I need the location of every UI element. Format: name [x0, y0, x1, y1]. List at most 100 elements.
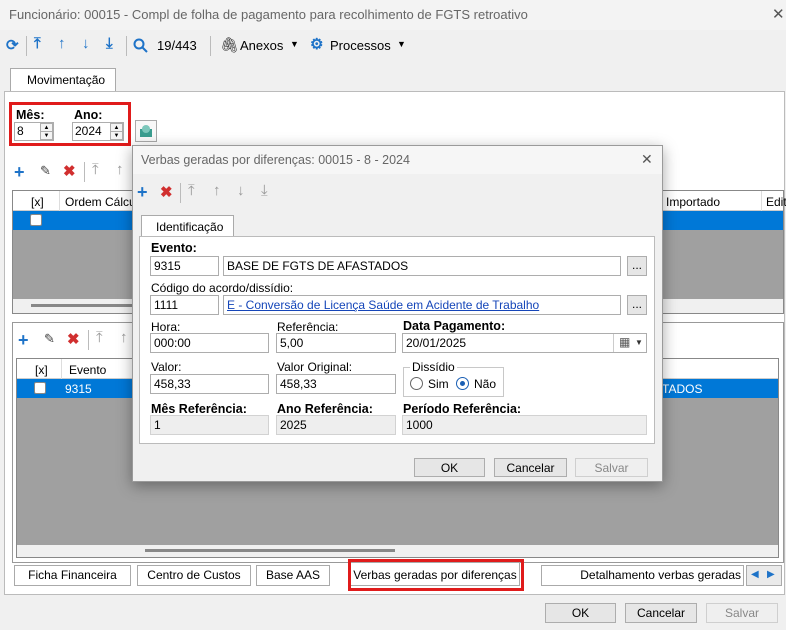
scroll-right-icon[interactable]: ▶ — [767, 569, 775, 580]
hora-field[interactable]: 000:00 — [150, 333, 269, 353]
column-divider — [761, 191, 762, 211]
move-up-icon[interactable]: ↑ — [213, 182, 221, 199]
generate-button[interactable] — [135, 120, 157, 142]
month-down-icon[interactable]: ▼ — [40, 131, 53, 140]
column-divider — [61, 359, 62, 379]
tab-base-aas[interactable]: Base AAS — [256, 565, 330, 586]
acordo-code-field[interactable]: 1111 — [150, 295, 219, 315]
tab-detalhamento[interactable]: Detalhamento verbas geradas — [541, 565, 744, 586]
toolbar-separator — [26, 36, 27, 56]
processes-menu[interactable]: Processos — [330, 38, 391, 53]
month-label: Mês: — [16, 108, 45, 122]
scroll-left-icon[interactable]: ◀ — [751, 569, 759, 580]
window-title: Funcionário: 00015 - Compl de folha de p… — [9, 7, 528, 22]
evento-lookup-button[interactable]: ... — [627, 256, 647, 276]
tab-movimentacao[interactable]: Movimentação — [10, 68, 116, 92]
acordo-description-field[interactable]: E - Conversão de Licença Saúde em Aciden… — [223, 295, 621, 315]
delete-icon[interactable]: ✖ — [160, 183, 173, 201]
move-up-icon[interactable]: ↑ — [116, 161, 124, 178]
edit-icon[interactable]: ✎ — [40, 163, 51, 179]
gear-icon[interactable]: ⚙ — [310, 35, 323, 53]
dissidio-sim-radio[interactable] — [410, 377, 423, 390]
ano-referencia-field: 2025 — [276, 415, 396, 435]
paperclip-icon[interactable]: 🖇 — [220, 36, 239, 54]
dissidio-sim-label: Sim — [428, 377, 449, 391]
periodo-referencia-label: Período Referência: — [403, 402, 522, 416]
row-description: TADOS — [662, 382, 703, 396]
add-icon[interactable]: + — [18, 330, 29, 351]
last-record-icon[interactable]: ⤓ — [106, 35, 113, 52]
generate-icon — [140, 125, 152, 137]
edit-icon[interactable]: ✎ — [44, 331, 55, 347]
data-pagamento-field[interactable]: 20/01/2025 — [402, 333, 647, 353]
ano-referencia-label: Ano Referência: — [277, 402, 373, 416]
dialog-cancel-button[interactable]: Cancelar — [494, 458, 567, 477]
delete-icon[interactable]: ✖ — [67, 330, 80, 348]
mes-referencia-label: Mês Referência: — [151, 402, 247, 416]
valor-label: Valor: — [151, 360, 182, 374]
tab-scroll-buttons: ◀ ▶ — [746, 565, 782, 586]
chevron-down-icon[interactable]: ▼ — [290, 39, 299, 49]
calendar-icon: ▦ — [619, 335, 631, 349]
save-button[interactable]: Salvar — [706, 603, 778, 623]
tab-identificacao[interactable]: Identificação — [141, 215, 234, 237]
move-down-icon[interactable]: ↓ — [237, 182, 245, 199]
column-header[interactable]: [x] — [31, 195, 44, 209]
data-pagamento-label: Data Pagamento: — [403, 319, 506, 333]
delete-icon[interactable]: ✖ — [63, 162, 76, 180]
next-record-icon[interactable]: ↓ — [82, 35, 90, 52]
periodo-referencia-field: 1000 — [402, 415, 647, 435]
close-icon[interactable]: ✕ — [772, 5, 785, 23]
row-checkbox[interactable] — [34, 382, 46, 394]
tab-centro-de-custos[interactable]: Centro de Custos — [137, 565, 251, 586]
move-top-icon[interactable]: ⤒ — [188, 182, 195, 199]
dialog-save-button[interactable]: Salvar — [575, 458, 648, 477]
tab-ficha-financeira[interactable]: Ficha Financeira — [14, 565, 131, 586]
main-toolbar: ⟳ ⤒ ↑ ↓ ⤓ 19/443 🖇 Anexos ▼ ⚙ Processos … — [0, 32, 786, 60]
column-header[interactable]: Importado — [666, 195, 720, 209]
column-divider — [59, 191, 60, 211]
chevron-down-icon: ▼ — [635, 338, 643, 347]
attachments-menu[interactable]: Anexos — [240, 38, 283, 53]
close-icon[interactable]: ✕ — [641, 151, 653, 168]
previous-record-icon[interactable]: ↑ — [58, 35, 66, 52]
dissidio-label: Dissídio — [410, 360, 457, 374]
acordo-description-link[interactable]: E - Conversão de Licença Saúde em Aciden… — [227, 298, 539, 312]
calendar-button[interactable]: ▦ ▼ — [613, 334, 646, 352]
move-bottom-icon[interactable]: ⤓ — [261, 182, 268, 199]
refresh-icon[interactable]: ⟳ — [6, 36, 19, 54]
mes-referencia-field: 1 — [150, 415, 269, 435]
column-header[interactable]: Evento — [69, 363, 106, 377]
year-down-icon[interactable]: ▼ — [110, 131, 123, 140]
toolbar-separator — [88, 330, 89, 350]
tab-label: Movimentação — [27, 73, 106, 87]
evento-code-field[interactable]: 9315 — [150, 256, 219, 276]
dissidio-nao-radio[interactable] — [456, 377, 469, 390]
first-record-icon[interactable]: ⤒ — [34, 35, 41, 52]
move-top-icon[interactable]: ⤒ — [92, 161, 99, 178]
cancel-button[interactable]: Cancelar — [625, 603, 697, 623]
acordo-lookup-button[interactable]: ... — [627, 295, 647, 315]
dialog-ok-button[interactable]: OK — [414, 458, 485, 477]
dissidio-nao-label: Não — [474, 377, 497, 391]
evento-description-field[interactable]: BASE DE FGTS DE AFASTADOS — [223, 256, 621, 276]
column-header[interactable]: Edit — [766, 195, 786, 209]
search-icon[interactable] — [133, 38, 148, 53]
tab-label: Identificação — [156, 220, 224, 234]
referencia-field[interactable]: 5,00 — [276, 333, 396, 353]
row-checkbox[interactable] — [30, 214, 42, 226]
add-icon[interactable]: + — [137, 182, 148, 203]
dialog-title: Verbas geradas por diferenças: 00015 - 8… — [141, 153, 410, 167]
move-up-icon[interactable]: ↑ — [120, 329, 128, 346]
scrollbar-thumb[interactable] — [31, 304, 141, 307]
valor-original-field[interactable]: 458,33 — [276, 374, 396, 394]
row-evento: 9315 — [65, 382, 92, 396]
horizontal-scrollbar[interactable] — [17, 545, 778, 557]
valor-field[interactable]: 458,33 — [150, 374, 269, 394]
add-icon[interactable]: + — [14, 162, 25, 183]
chevron-down-icon[interactable]: ▼ — [397, 39, 406, 49]
ok-button[interactable]: OK — [545, 603, 616, 623]
column-header[interactable]: [x] — [35, 363, 48, 377]
scrollbar-thumb[interactable] — [145, 549, 395, 552]
move-top-icon[interactable]: ⤒ — [96, 329, 103, 346]
